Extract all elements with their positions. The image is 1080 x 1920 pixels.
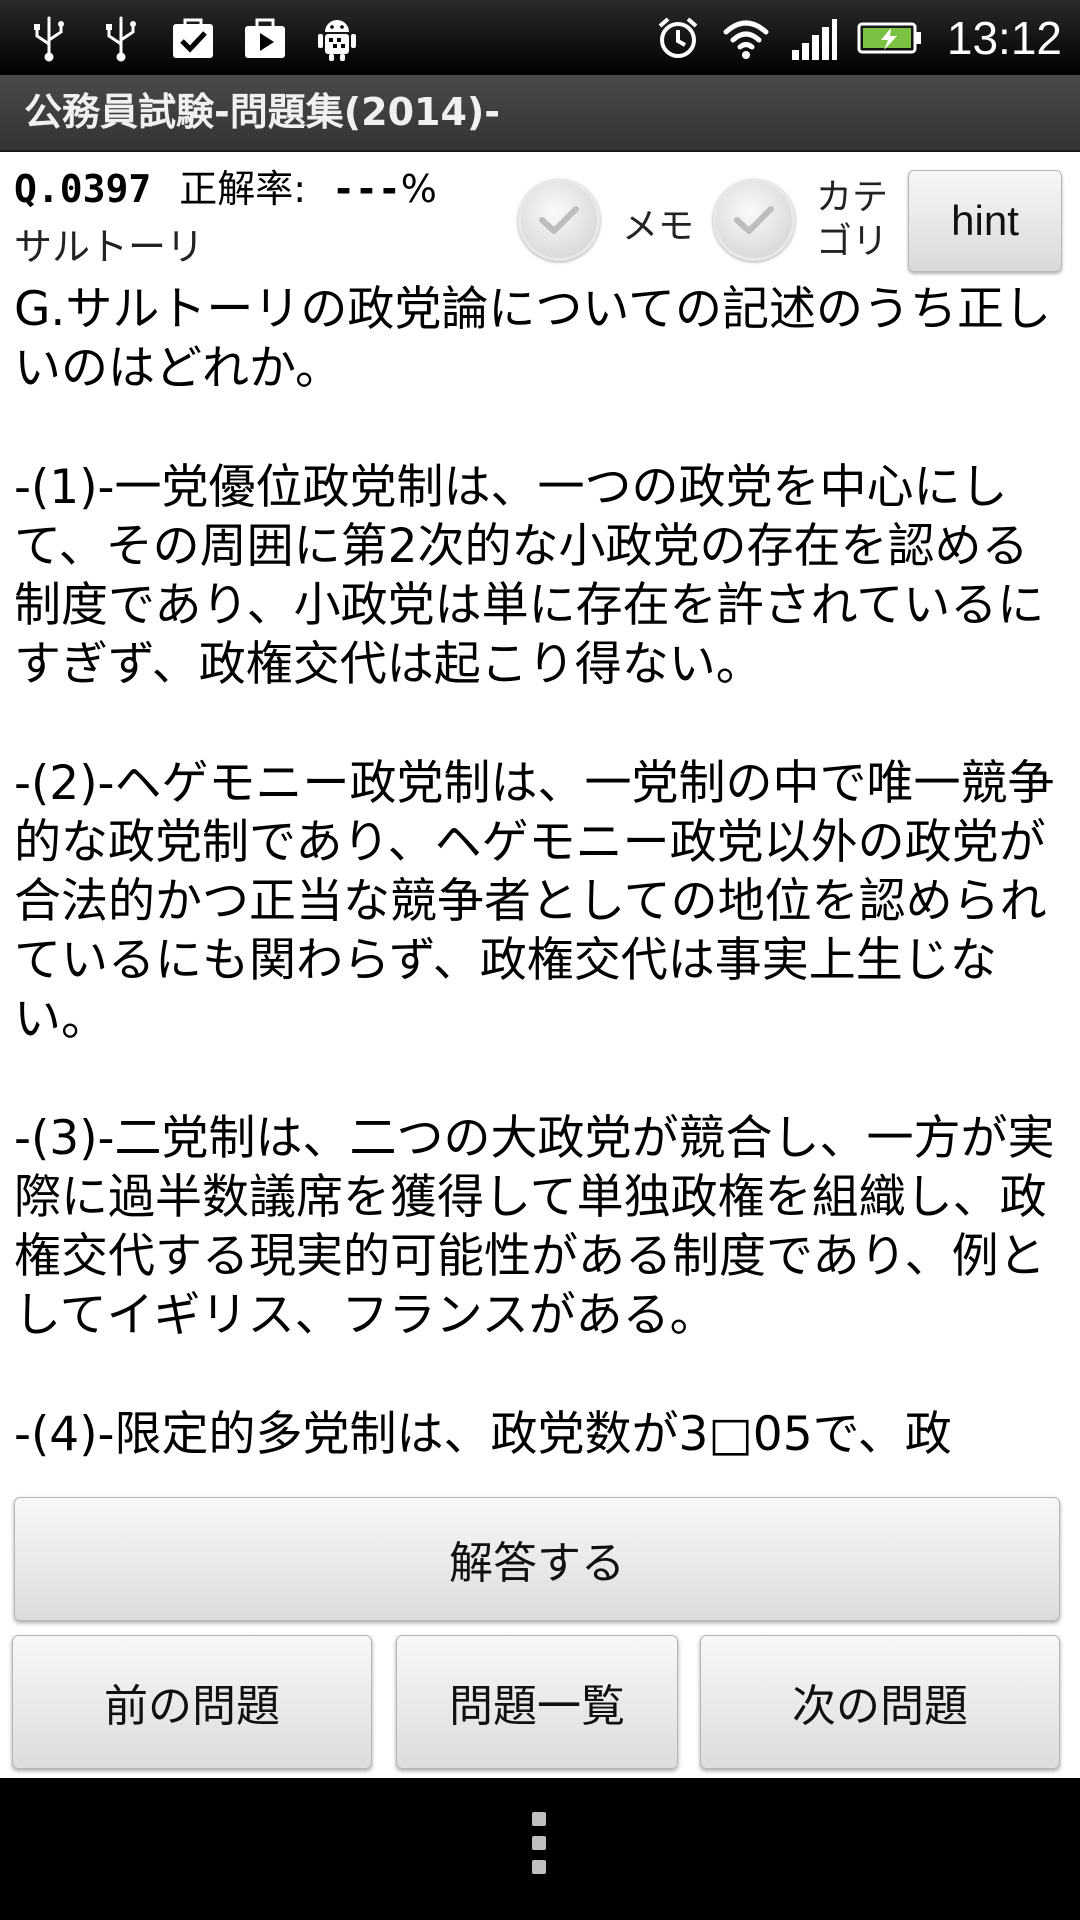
hint-button[interactable]: hint: [908, 170, 1062, 272]
usb-icon: [24, 13, 74, 63]
memo-label: メモ: [622, 206, 695, 247]
correct-rate-label: 正解率:: [179, 167, 307, 211]
answer-button[interactable]: 解答する: [14, 1497, 1060, 1621]
app-title: 公務員試験-問題集(2014)-: [24, 90, 501, 134]
check-icon: [539, 206, 579, 234]
battery-charging-icon: [857, 13, 923, 63]
correct-rate-value: ---: [332, 167, 401, 211]
question-header: Q.0397 正解率: ---%: [14, 158, 437, 213]
wifi-icon: [721, 13, 771, 63]
task-check-icon: [168, 13, 218, 63]
correct-rate-unit: %: [400, 167, 437, 211]
option-2: -(2)-ヘゲモニー政党制は、一党制の中で唯一競争的な政党制であり、ヘゲモニー政…: [14, 756, 1055, 1047]
next-question-button[interactable]: 次の問題: [700, 1635, 1060, 1769]
category-checkbox[interactable]: [713, 179, 795, 261]
android-debug-icon: [312, 13, 362, 63]
question-stem: G.サルトーリの政党論についての記述のうち正しいのはどれか。: [14, 282, 1051, 396]
navigation-bar: [0, 1778, 1080, 1920]
question-text-area[interactable]: G.サルトーリの政党論についての記述のうち正しいのはどれか。 -(1)-一党優位…: [14, 280, 1070, 1500]
status-bar: 13:12: [0, 0, 1080, 75]
usb-icon: [96, 13, 146, 63]
prev-question-button[interactable]: 前の問題: [12, 1635, 372, 1769]
clock-time: 13:12: [946, 12, 1062, 64]
option-3: -(3)-二党制は、二つの大政党が競合し、一方が実際に過半数議席を獲得して単独政…: [14, 1111, 1055, 1343]
option-4: -(4)-限定的多党制は、政党数が3□05で、政: [14, 1407, 952, 1462]
question-list-button[interactable]: 問題一覧: [396, 1635, 678, 1769]
memo-checkbox[interactable]: [518, 179, 600, 261]
category-check-label: カテ ゴリ: [816, 177, 889, 262]
signal-icon: [789, 13, 839, 63]
question-number: Q.0397: [14, 167, 152, 211]
option-1: -(1)-一党優位政党制は、一つの政党を中心にして、その周囲に第2次的な小政党の…: [14, 460, 1045, 692]
question-category: サルトーリ: [14, 225, 205, 269]
check-icon: [734, 206, 774, 234]
alarm-icon: [653, 13, 703, 63]
play-store-icon: [240, 13, 290, 63]
app-title-bar: 公務員試験-問題集(2014)-: [0, 75, 1080, 152]
menu-icon[interactable]: [532, 1812, 548, 1884]
